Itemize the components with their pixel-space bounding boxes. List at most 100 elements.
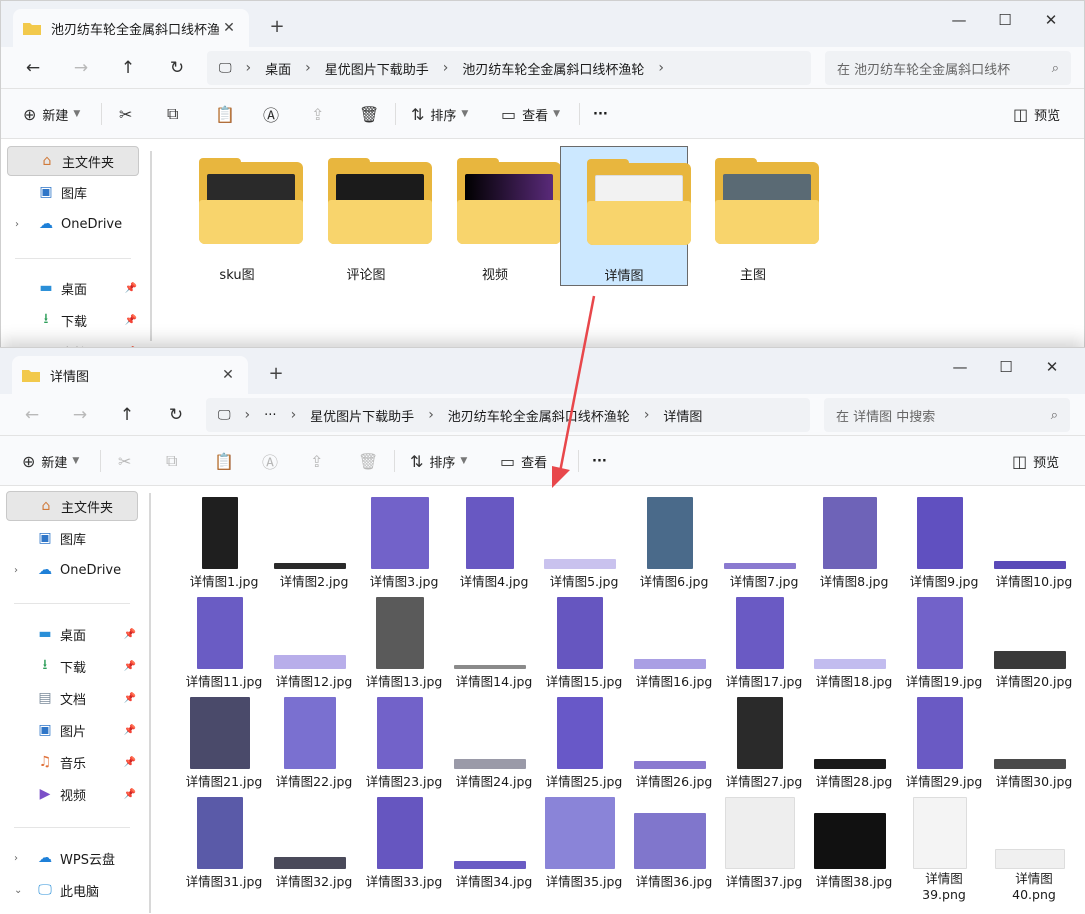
file-item[interactable]: 详情图18.jpg <box>810 595 898 695</box>
nav-item-desktop[interactable]: ▬ 桌面 📌 <box>7 273 139 303</box>
close-tab-icon[interactable]: ✕ <box>218 367 238 383</box>
file-item[interactable]: 详情图30.jpg <box>990 695 1078 795</box>
nav-item-downloads[interactable]: ⭳ 下载 📌 <box>6 651 138 681</box>
file-item[interactable]: 详情图21.jpg <box>180 695 268 795</box>
new-button[interactable]: ⊕ 新建 ▼ <box>23 101 80 127</box>
file-item[interactable]: 详情图19.jpg <box>900 595 988 695</box>
rename-button[interactable]: Ⓐ <box>263 101 285 127</box>
file-item[interactable]: 详情图33.jpg <box>360 795 448 895</box>
tab-current[interactable]: 池刃纺车轮全金属斜口线杯渔轮 ✕ <box>13 9 249 47</box>
tab-current[interactable]: 详情图 ✕ <box>12 356 248 394</box>
more-options-button[interactable]: ··· <box>592 448 607 474</box>
close-window-button[interactable]: ✕ <box>1028 7 1074 33</box>
breadcrumb-item[interactable]: 星优图片下载助手 <box>310 406 414 425</box>
pin-icon[interactable]: 📌 <box>124 693 136 704</box>
chevron-right-icon[interactable]: › <box>14 853 18 864</box>
nav-item-wps-cloud[interactable]: › ☁ WPS云盘 <box>6 843 138 873</box>
pin-icon[interactable]: 📌 <box>125 315 137 326</box>
file-item[interactable]: 详情图17.jpg <box>720 595 808 695</box>
file-item[interactable]: 详情图13.jpg <box>360 595 448 695</box>
cut-button[interactable]: ✂ <box>119 101 138 127</box>
nav-item-home[interactable]: ⌂ 主文件夹 <box>6 491 138 521</box>
folder-item[interactable]: 评论图 <box>302 146 432 286</box>
view-button[interactable]: ▭ 查看 <box>500 448 547 474</box>
nav-item-gallery[interactable]: ▣ 图库 <box>7 177 139 207</box>
copy-button[interactable]: ⧉ <box>166 448 183 474</box>
file-item[interactable]: 详情图15.jpg <box>540 595 628 695</box>
share-button[interactable]: ⇪ <box>310 448 329 474</box>
nav-item-music[interactable]: ♫ 音乐 📌 <box>6 747 138 777</box>
file-item[interactable]: 详情图22.jpg <box>270 695 358 795</box>
folder-item-selected[interactable]: 详情图 <box>560 146 691 286</box>
back-button[interactable]: ← <box>19 55 47 81</box>
preview-button[interactable]: ◫ 预览 <box>1013 101 1060 127</box>
cut-button[interactable]: ✂ <box>118 448 137 474</box>
nav-item-onedrive[interactable]: › ☁ OneDrive <box>6 555 138 585</box>
paste-button[interactable]: 📋 <box>215 101 241 127</box>
file-item[interactable]: 详情图25.jpg <box>540 695 628 795</box>
folder-item[interactable]: 视频 <box>431 146 561 286</box>
view-button[interactable]: ▭ 查看 ▼ <box>501 101 560 127</box>
pin-icon[interactable]: 📌 <box>124 661 136 672</box>
close-window-button[interactable]: ✕ <box>1029 354 1075 380</box>
breadcrumb[interactable]: 🖵 › ··· › 星优图片下载助手 › 池刃纺车轮全金属斜口线杯渔轮 › 详情… <box>206 398 810 432</box>
file-item[interactable]: 详情图7.jpg <box>720 495 808 595</box>
folder-item[interactable]: 主图 <box>689 146 819 286</box>
file-item[interactable]: 详情图38.jpg <box>810 795 898 895</box>
file-item[interactable]: 详情图3.jpg <box>360 495 448 595</box>
nav-item-this-pc[interactable]: ⌄ 🖵 此电脑 <box>6 875 138 905</box>
new-button[interactable]: ⊕ 新建 ▼ <box>22 448 79 474</box>
minimize-button[interactable]: — <box>936 7 982 33</box>
breadcrumb-item[interactable]: 星优图片下载助手 <box>325 59 429 78</box>
nav-item-onedrive[interactable]: › ☁ OneDrive <box>7 209 139 239</box>
maximize-button[interactable]: ☐ <box>983 354 1029 380</box>
refresh-button[interactable]: ↻ <box>163 55 191 81</box>
file-item[interactable]: 详情图5.jpg <box>540 495 628 595</box>
nav-scrollbar[interactable] <box>149 493 151 913</box>
forward-button[interactable]: → <box>67 55 95 81</box>
forward-button[interactable]: → <box>66 402 94 428</box>
file-item[interactable]: 详情图27.jpg <box>720 695 808 795</box>
pin-icon[interactable]: 📌 <box>125 283 137 294</box>
close-tab-icon[interactable]: ✕ <box>219 20 239 36</box>
file-item[interactable]: 详情图36.jpg <box>630 795 718 895</box>
minimize-button[interactable]: — <box>937 354 983 380</box>
file-item[interactable]: 详情图1.jpg <box>180 495 268 595</box>
search-input[interactable]: 在 详情图 中搜索 ⌕ <box>824 398 1070 432</box>
maximize-button[interactable]: ☐ <box>982 7 1028 33</box>
breadcrumb[interactable]: 🖵 › 桌面 › 星优图片下载助手 › 池刃纺车轮全金属斜口线杯渔轮 › <box>207 51 811 85</box>
delete-button[interactable]: 🗑 <box>358 448 384 474</box>
file-item[interactable]: 详情图32.jpg <box>270 795 358 895</box>
nav-scrollbar[interactable] <box>150 151 152 341</box>
breadcrumb-item[interactable]: 池刃纺车轮全金属斜口线杯渔轮 <box>462 59 644 78</box>
file-item[interactable]: 详情图35.jpg <box>540 795 628 895</box>
file-item[interactable]: 详情图24.jpg <box>450 695 538 795</box>
nav-item-home[interactable]: ⌂ 主文件夹 <box>7 146 139 176</box>
nav-item-videos[interactable]: ▶ 视频 📌 <box>6 779 138 809</box>
folder-item[interactable]: sku图 <box>173 146 303 286</box>
file-item[interactable]: 详情图23.jpg <box>360 695 448 795</box>
file-item[interactable]: 详情图20.jpg <box>990 595 1078 695</box>
rename-button[interactable]: Ⓐ <box>262 448 284 474</box>
more-options-button[interactable]: ··· <box>593 101 608 127</box>
up-button[interactable]: ↑ <box>113 402 141 428</box>
nav-item-downloads[interactable]: ⭳ 下载 📌 <box>7 305 139 335</box>
file-item[interactable]: 详情图 40.png <box>990 795 1078 902</box>
share-button[interactable]: ⇪ <box>311 101 330 127</box>
file-item[interactable]: 详情图11.jpg <box>180 595 268 695</box>
file-item[interactable]: 详情图8.jpg <box>810 495 898 595</box>
breadcrumb-item[interactable]: 桌面 <box>265 59 291 78</box>
nav-item-pictures[interactable]: ▣ 图片 📌 <box>6 715 138 745</box>
back-button[interactable]: ← <box>18 402 46 428</box>
file-item[interactable]: 详情图 39.png <box>900 795 988 902</box>
file-item[interactable]: 详情图31.jpg <box>180 795 268 895</box>
file-item[interactable]: 详情图26.jpg <box>630 695 718 795</box>
file-item[interactable]: 详情图29.jpg <box>900 695 988 795</box>
file-item[interactable]: 详情图16.jpg <box>630 595 718 695</box>
nav-item-gallery[interactable]: ▣ 图库 <box>6 523 138 553</box>
pin-icon[interactable]: 📌 <box>124 789 136 800</box>
pin-icon[interactable]: 📌 <box>124 725 136 736</box>
file-item[interactable]: 详情图4.jpg <box>450 495 538 595</box>
sort-button[interactable]: ⇅ 排序 ▼ <box>410 448 467 474</box>
new-tab-button[interactable]: + <box>265 15 289 39</box>
